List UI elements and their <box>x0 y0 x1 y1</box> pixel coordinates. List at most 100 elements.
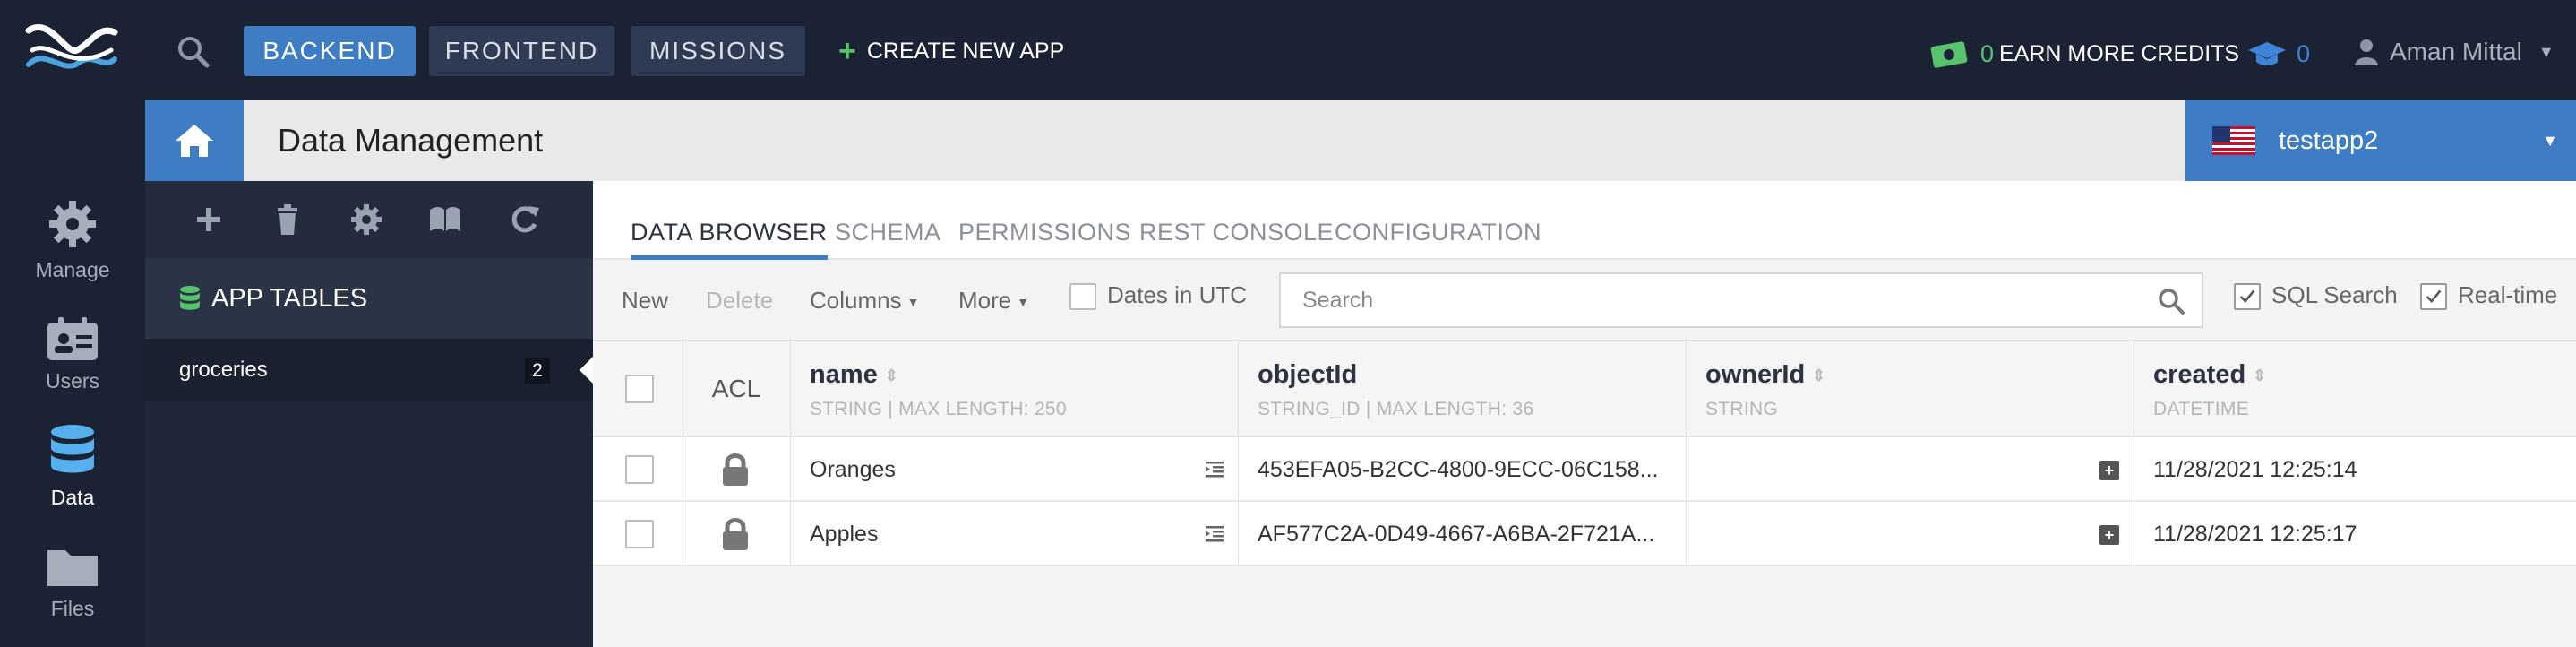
graduation-count: 0 <box>2297 39 2311 67</box>
graduation-cap-icon <box>2248 42 2286 65</box>
graduation-link[interactable]: 0 <box>2246 36 2310 72</box>
search-icon[interactable] <box>176 34 211 70</box>
rail-item-data[interactable]: Data <box>0 423 145 510</box>
columns-dropdown[interactable]: Columns ▼ <box>810 287 919 315</box>
caret-down-icon: ▼ <box>1017 295 1030 310</box>
column-header-ownerid[interactable]: ownerId ⇕ STRING <box>1705 341 1825 420</box>
columns-label: Columns <box>810 287 902 314</box>
nav-missions-button[interactable]: MISSIONS <box>631 26 805 76</box>
column-divider <box>790 341 791 566</box>
app-tables-header: APP TABLES <box>145 258 593 339</box>
column-name: ownerId <box>1705 360 1806 389</box>
database-icon <box>51 425 94 473</box>
us-flag-icon <box>2212 126 2255 155</box>
table-name: groceries <box>179 358 268 382</box>
column-name: objectId <box>1258 360 1358 389</box>
delete-table-icon[interactable] <box>270 203 305 237</box>
app-selector[interactable]: testapp2 ▼ <box>2185 100 2576 181</box>
dates-utc-checkbox[interactable] <box>1069 283 1096 311</box>
nav-backend-button[interactable]: BACKEND <box>244 26 416 76</box>
cell-objectid[interactable]: 453EFA05-B2CC-4800-9ECC-06C158... <box>1258 457 1658 483</box>
sql-search-toggle[interactable]: SQL Search <box>2234 281 2398 311</box>
book-icon[interactable] <box>428 203 462 237</box>
new-button[interactable]: New <box>622 287 668 315</box>
sql-search-checkbox[interactable] <box>2234 283 2261 311</box>
column-header-objectid[interactable]: objectId STRING_ID | MAX LENGTH: 36 <box>1258 341 1534 420</box>
caret-down-icon: ▼ <box>906 295 920 310</box>
rail-label: Manage <box>35 258 110 281</box>
column-type: STRING_ID | MAX LENGTH: 36 <box>1258 399 1534 419</box>
more-label: More <box>958 287 1012 314</box>
tab-permissions[interactable]: PERMISSIONS <box>958 219 1131 255</box>
sidebar-item-groceries[interactable]: groceries 2 <box>145 339 593 401</box>
tab-schema[interactable]: SCHEMA <box>835 219 941 255</box>
record-count-badge: 2 <box>525 358 550 384</box>
backendless-logo-icon[interactable] <box>23 20 120 81</box>
sort-icon[interactable]: ⇕ <box>2253 367 2266 384</box>
nav-frontend-button[interactable]: FRONTEND <box>429 26 614 76</box>
left-rail: Manage Users Data Files <box>0 100 145 647</box>
empty-table-area <box>593 566 2576 647</box>
sort-icon[interactable]: ⇕ <box>885 367 898 384</box>
row-checkbox[interactable] <box>625 455 654 484</box>
rail-item-files[interactable]: Files <box>0 545 145 621</box>
tab-rest-console[interactable]: REST CONSOLE <box>1139 219 1334 255</box>
select-all-checkbox[interactable] <box>625 375 654 403</box>
create-new-app-button[interactable]: + CREATE NEW APP <box>838 36 1064 66</box>
add-relation-icon[interactable]: + <box>2099 525 2119 545</box>
more-dropdown[interactable]: More ▼ <box>958 287 1029 315</box>
lock-icon[interactable] <box>720 452 751 487</box>
realtime-toggle[interactable]: Real-time <box>2420 281 2557 311</box>
tab-data-browser[interactable]: DATA BROWSER <box>631 219 828 260</box>
table-row[interactable]: Oranges 453EFA05-B2CC-4800-9ECC-06C158..… <box>593 437 2576 502</box>
text-expand-icon[interactable] <box>1204 523 1225 545</box>
column-type: STRING | MAX LENGTH: 250 <box>810 399 1067 419</box>
sort-icon[interactable]: ⇕ <box>1812 367 1825 384</box>
rail-item-manage[interactable]: Manage <box>0 197 145 282</box>
dates-utc-toggle[interactable]: Dates in UTC <box>1069 281 1247 311</box>
user-name: Aman Mittal <box>2390 38 2522 65</box>
earn-credits-link[interactable]: 0 EARN MORE CREDITS <box>1930 36 2239 72</box>
realtime-checkbox[interactable] <box>2420 283 2447 311</box>
lock-icon[interactable] <box>720 516 751 552</box>
cell-created[interactable]: 11/28/2021 12:25:14 <box>2153 457 2357 483</box>
cell-created[interactable]: 11/28/2021 12:25:17 <box>2153 522 2357 548</box>
add-relation-icon[interactable]: + <box>2099 461 2119 480</box>
delete-button[interactable]: Delete <box>706 287 773 315</box>
user-menu[interactable]: Aman Mittal ▼ <box>2354 34 2555 70</box>
chevron-down-icon: ▼ <box>2537 42 2555 61</box>
chevron-down-icon: ▼ <box>2542 131 2558 150</box>
plus-icon: + <box>838 34 856 68</box>
column-type: DATETIME <box>2153 399 2250 419</box>
create-new-app-label: CREATE NEW APP <box>866 38 1065 64</box>
cell-name[interactable]: Oranges <box>810 457 896 483</box>
column-header-created[interactable]: created ⇕ DATETIME <box>2153 341 2266 420</box>
table-row[interactable]: Apples AF577C2A-0D49-4667-A6BA-2F721A...… <box>593 502 2576 566</box>
app-tables-title: APP TABLES <box>211 283 368 313</box>
row-checkbox[interactable] <box>625 520 654 548</box>
credits-count: 0 <box>1980 39 1995 67</box>
app-name: testapp2 <box>2279 125 2379 155</box>
acl-column-header: ACL <box>711 375 761 402</box>
search-icon[interactable] <box>2157 287 2185 315</box>
column-name: name <box>810 360 878 389</box>
rail-label: Users <box>45 369 100 393</box>
users-card-icon <box>47 317 98 360</box>
user-icon <box>2355 39 2378 65</box>
table-header: name ⇕ STRING | MAX LENGTH: 250 objectId … <box>593 341 2576 437</box>
cell-name[interactable]: Apples <box>810 522 878 548</box>
search-input[interactable]: Search <box>1279 272 2203 328</box>
money-icon <box>1930 41 1968 68</box>
column-header-name[interactable]: name ⇕ STRING | MAX LENGTH: 250 <box>810 341 1067 420</box>
column-name: created <box>2153 360 2246 389</box>
home-button[interactable] <box>145 100 244 181</box>
gear-icon <box>49 201 96 247</box>
top-bar: BACKEND FRONTEND MISSIONS + CREATE NEW A… <box>0 0 2576 100</box>
text-expand-icon[interactable] <box>1204 459 1225 480</box>
add-table-icon[interactable] <box>192 203 226 237</box>
tab-configuration[interactable]: CONFIGURATION <box>1335 219 1541 255</box>
refresh-icon[interactable] <box>507 203 541 237</box>
table-settings-icon[interactable] <box>349 203 383 237</box>
cell-objectid[interactable]: AF577C2A-0D49-4667-A6BA-2F721A... <box>1258 522 1654 548</box>
rail-item-users[interactable]: Users <box>0 315 145 393</box>
